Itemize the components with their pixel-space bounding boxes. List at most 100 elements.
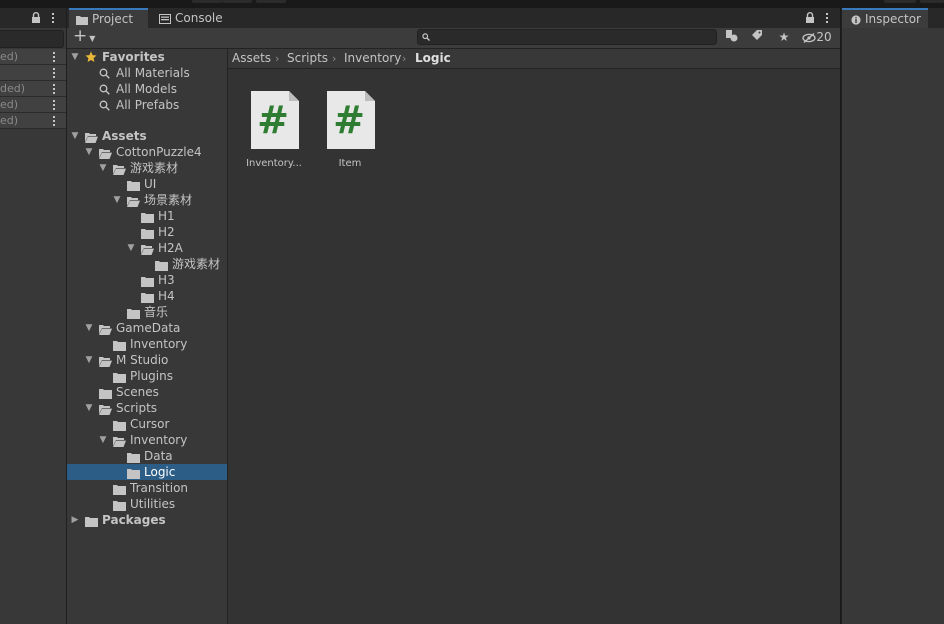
expand-arrow-down-icon[interactable]: ▼ [70, 49, 80, 65]
tab-console-label: Console [175, 11, 223, 25]
tree-item[interactable]: ▶ Packages [67, 512, 227, 528]
tree-item[interactable]: 音乐 [67, 304, 227, 320]
search-by-label-button[interactable] [747, 29, 767, 45]
folder-icon [127, 451, 140, 463]
tree-item[interactable]: All Models [67, 81, 227, 97]
inspector-tab-bar: Inspector [842, 8, 944, 28]
expand-arrow-down-icon[interactable]: ▼ [84, 320, 94, 336]
tree-item[interactable]: 游戏素材 [67, 256, 227, 272]
tree-item[interactable]: ▼ 场景素材 [67, 192, 227, 208]
tree-item[interactable]: H3 [67, 272, 227, 288]
tab-console[interactable]: Console [155, 8, 235, 28]
tree-item[interactable]: Plugins [67, 368, 227, 384]
breadcrumb-item[interactable]: Scripts [287, 51, 328, 65]
expand-arrow-down-icon[interactable]: ▼ [126, 240, 136, 256]
tab-project-label: Project [92, 12, 134, 26]
tree-item[interactable]: ▼ M Studio [67, 352, 227, 368]
expand-arrow-down-icon[interactable]: ▼ [98, 160, 108, 176]
tree-item[interactable]: All Prefabs [67, 97, 227, 113]
hierarchy-row[interactable] [0, 65, 66, 81]
folder-icon [113, 483, 126, 495]
favorites-filter-button[interactable]: ★ [774, 29, 794, 45]
more-options-icon[interactable] [52, 13, 55, 25]
tree-item[interactable]: ▼ Inventory [67, 432, 227, 448]
hierarchy-row-label: ded) [0, 82, 26, 95]
tag-icon [752, 30, 762, 40]
expand-arrow-down-icon[interactable]: ▼ [84, 352, 94, 368]
tree-item[interactable]: ▼ CottonPuzzle4 [67, 144, 227, 160]
tree-item[interactable]: H4 [67, 288, 227, 304]
folder-icon [141, 211, 154, 223]
tree-item[interactable]: H1 [67, 208, 227, 224]
tree-item[interactable]: Transition [67, 480, 227, 496]
expand-arrow-down-icon[interactable]: ▼ [112, 192, 122, 208]
project-panel: Project Console + ▼ ★ 20 ▼ Favorites All… [67, 8, 840, 624]
tab-project[interactable]: Project [69, 8, 148, 28]
folder-icon [85, 515, 98, 527]
hierarchy-row-label: ed) [0, 98, 19, 111]
expand-arrow-right-icon[interactable]: ▶ [70, 512, 80, 528]
create-button[interactable]: + ▼ [73, 26, 101, 46]
tree-item[interactable]: Data [67, 448, 227, 464]
breadcrumb-item[interactable]: Inventory [344, 51, 401, 65]
hidden-packages-toggle[interactable]: 20 [800, 29, 834, 45]
tree-item[interactable]: ▼ 游戏素材 [67, 160, 227, 176]
search-by-type-button[interactable] [722, 29, 742, 45]
hidden-count: 20 [816, 30, 832, 44]
hierarchy-row[interactable]: ed) [0, 113, 66, 129]
tree-item[interactable]: Scenes [67, 384, 227, 400]
folder-icon [155, 259, 168, 271]
csharp-script-icon: # [327, 91, 375, 149]
hierarchy-tab-bar [0, 8, 66, 28]
tree-item[interactable]: Inventory [67, 336, 227, 352]
tree-item-label: Cursor [130, 417, 170, 431]
tree-item[interactable]: Logic [67, 464, 227, 480]
tree-item-label: Plugins [130, 369, 173, 383]
expand-arrow-down-icon[interactable]: ▼ [70, 128, 80, 144]
search-icon [422, 33, 430, 41]
tree-item[interactable]: Cursor [67, 416, 227, 432]
tree-item[interactable]: ▼ Assets [67, 128, 227, 144]
expand-arrow-down-icon[interactable]: ▼ [98, 432, 108, 448]
hierarchy-row[interactable]: ed) [0, 97, 66, 113]
tree-item[interactable]: ▼ Favorites [67, 49, 227, 65]
tree-item[interactable]: H2 [67, 224, 227, 240]
lock-icon[interactable] [805, 12, 815, 23]
lock-icon[interactable] [31, 12, 41, 23]
tree-item-label: M Studio [116, 353, 169, 367]
row-menu-icon[interactable] [53, 68, 56, 80]
folder-open-icon [99, 323, 112, 335]
tree-item[interactable]: Utilities [67, 496, 227, 512]
row-menu-icon[interactable] [53, 84, 56, 96]
folder-icon [127, 467, 140, 479]
eye-hidden-icon [802, 32, 817, 43]
tree-item[interactable]: ▼ H2A [67, 240, 227, 256]
tree-item[interactable]: UI [67, 176, 227, 192]
asset-item[interactable]: # Inventory... [236, 91, 312, 169]
plus-icon: + [73, 26, 88, 46]
star-icon [85, 51, 98, 62]
row-menu-icon[interactable] [53, 52, 56, 64]
asset-item[interactable]: # Item [312, 91, 388, 169]
row-menu-icon[interactable] [53, 100, 56, 112]
tree-item-label: 场景素材 [144, 193, 193, 207]
tab-inspector[interactable]: Inspector [842, 8, 928, 28]
hierarchy-row[interactable]: ed) [0, 49, 66, 65]
expand-arrow-down-icon[interactable]: ▼ [84, 144, 94, 160]
tree-item[interactable]: ▼ GameData [67, 320, 227, 336]
hierarchy-search-input[interactable] [0, 30, 64, 48]
hierarchy-row-label: ed) [0, 114, 19, 127]
folder-icon [141, 227, 154, 239]
tree-item[interactable]: ▼ Scripts [67, 400, 227, 416]
breadcrumb-item[interactable]: Assets [232, 51, 271, 65]
tree-item-label: Scenes [116, 385, 159, 399]
project-search-input[interactable] [417, 29, 717, 45]
folder-icon [113, 499, 126, 511]
tree-item[interactable]: All Materials [67, 65, 227, 81]
expand-arrow-down-icon[interactable]: ▼ [84, 400, 94, 416]
asset-glyph: # [257, 98, 289, 142]
row-menu-icon[interactable] [53, 116, 56, 128]
chevron-right-icon: › [275, 52, 280, 65]
hierarchy-row[interactable]: ded) [0, 81, 66, 97]
more-options-icon[interactable] [826, 13, 829, 25]
